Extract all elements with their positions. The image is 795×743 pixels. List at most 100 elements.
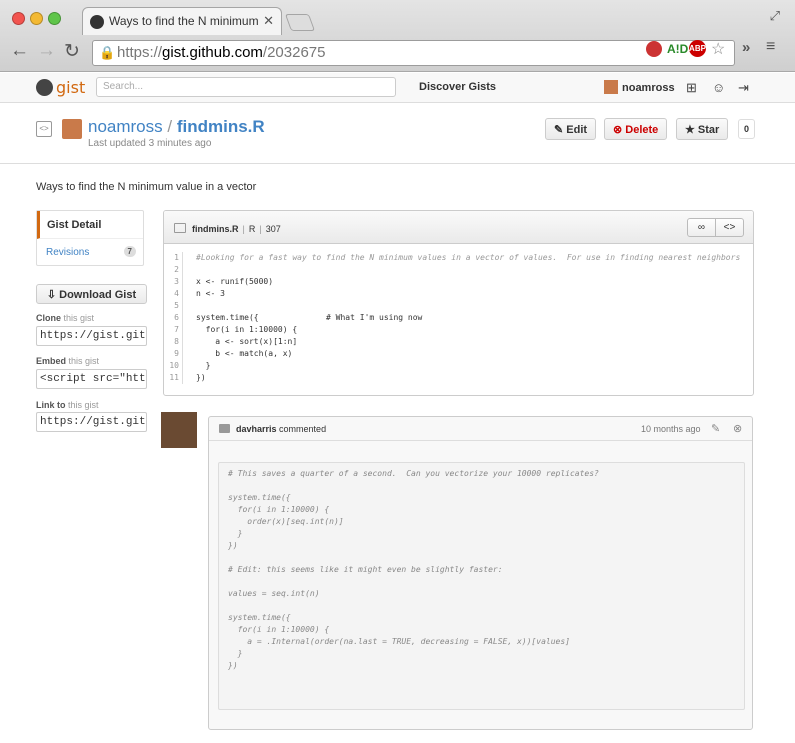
menu-icon[interactable]: ≡ [766, 38, 775, 56]
aid-extension-icon[interactable]: A!D [667, 42, 688, 56]
gist-file: findmins.R | R | 307 ∞ <> 1 #Looking for a fa… [163, 210, 754, 396]
code-line: a <- sort(x)[1:n] [196, 337, 298, 346]
code-line: for(i in 1:10000) { [196, 325, 298, 334]
adblock-icon[interactable]: ABP [689, 40, 706, 57]
browser-tab[interactable]: Ways to find the N minimum ✕ [82, 7, 282, 35]
comment-body: # This saves a quarter of a second. Can … [218, 462, 745, 710]
clone-label: Clone this gist [36, 313, 94, 323]
fullscreen-icon[interactable]: ⤢ [770, 8, 780, 24]
last-updated: Last updated 3 minutes ago [88, 138, 212, 149]
gist-logo[interactable]: gist [36, 78, 85, 98]
star-count: 0 [738, 119, 755, 139]
address-bar[interactable]: 🔒 https://gist.github.com/2032675 [92, 40, 735, 66]
user-link[interactable]: noamross [604, 80, 675, 94]
search-input[interactable]: Search... [96, 77, 396, 97]
gist-page-header: <> noamross / findmins.R Last updated 3 … [0, 104, 795, 164]
zoom-window-button[interactable] [48, 12, 61, 25]
line-number[interactable]: 1 [164, 252, 183, 264]
embed-label-text: Embed [36, 356, 67, 366]
comment-bubble-icon [219, 424, 230, 433]
browser-chrome: Ways to find the N minimum ✕ ⤢ ← → ↻ 🔒 h… [0, 0, 795, 72]
download-gist-button[interactable]: ⇩ Download Gist [36, 284, 147, 304]
line-number[interactable]: 9 [164, 348, 183, 360]
forward-icon[interactable]: → [37, 40, 56, 62]
separator: | [242, 224, 245, 234]
clone-label-text: Clone [36, 313, 62, 323]
comment-action: commented [279, 424, 327, 434]
view-raw-icon[interactable]: <> [715, 218, 744, 237]
avatar [604, 80, 618, 94]
link-url-field[interactable]: https://gist.gith [36, 412, 147, 432]
revisions-count: 7 [123, 246, 136, 257]
gist-filename-link[interactable]: findmins.R [177, 117, 265, 136]
permalink-icon[interactable]: ∞ [687, 218, 716, 237]
link-label-text: Link to [36, 400, 66, 410]
file-icon [174, 223, 186, 233]
star-bookmark-icon[interactable]: ☆ [711, 39, 725, 59]
comment-header: davharris commented 10 months ago ✎ ⊗ [209, 417, 752, 441]
comment-author[interactable]: davharris [236, 424, 277, 434]
gist-title: noamross / findmins.R [88, 117, 265, 137]
new-gist-icon[interactable]: ⊞ [686, 80, 697, 96]
delete-comment-icon[interactable]: ⊗ [733, 422, 742, 435]
line-number[interactable]: 5 [164, 300, 183, 312]
embed-code-field[interactable]: <script src="http [36, 369, 147, 389]
new-tab-button[interactable] [284, 14, 316, 31]
code-line: } [196, 361, 211, 370]
line-number[interactable]: 11 [164, 372, 183, 384]
github-header: gist Search... Discover Gists noamross ⊞… [0, 73, 795, 103]
octocat-nav-icon[interactable]: ☺ [712, 80, 725, 95]
close-window-button[interactable] [12, 12, 25, 25]
edit-label: Edit [566, 124, 588, 136]
minimize-window-button[interactable] [30, 12, 43, 25]
window-controls [12, 12, 66, 30]
code-line: x <- runif(5000) [196, 277, 274, 286]
line-number[interactable]: 3 [164, 276, 183, 288]
lock-icon: 🔒 [99, 45, 116, 60]
extension-icon[interactable] [646, 41, 662, 57]
file-name[interactable]: findmins.R [192, 224, 239, 234]
octocat-icon [36, 79, 53, 96]
url-path: /2032675 [262, 44, 326, 61]
star-button[interactable]: ★ Star [676, 118, 729, 140]
code-file-icon: <> [36, 121, 52, 137]
clone-url-field[interactable]: https://gist.gith [36, 326, 147, 346]
owner-avatar[interactable] [62, 119, 82, 139]
reload-icon[interactable]: ↻ [64, 40, 80, 63]
tab-title: Ways to find the N minimum [109, 14, 259, 28]
comment-time: 10 months ago [641, 424, 701, 434]
discover-gists-link[interactable]: Discover Gists [419, 81, 496, 93]
code-line: b <- match(a, x) [196, 349, 293, 358]
link-label: Link to this gist [36, 400, 99, 410]
sign-out-icon[interactable]: ⇥ [738, 80, 749, 96]
line-number[interactable]: 8 [164, 336, 183, 348]
commenter-avatar[interactable] [161, 412, 197, 448]
code-line: system.time({ # What I'm using now [196, 313, 423, 322]
clone-sub: this gist [63, 313, 95, 323]
back-icon[interactable]: ← [10, 40, 29, 62]
delete-button[interactable]: ⊗ Delete [604, 118, 668, 140]
file-language: R [248, 224, 256, 234]
line-number[interactable]: 7 [164, 324, 183, 336]
username: noamross [622, 82, 675, 94]
edit-button[interactable]: ✎ Edit [545, 118, 597, 140]
line-number[interactable]: 2 [164, 264, 183, 276]
comment: davharris commented 10 months ago ✎ ⊗ # … [208, 416, 753, 730]
line-number[interactable]: 4 [164, 288, 183, 300]
revisions-label: Revisions [46, 247, 90, 258]
url-host: gist.github.com [162, 44, 263, 61]
url-scheme: https:// [117, 44, 163, 61]
owner-link[interactable]: noamross [88, 117, 163, 136]
edit-comment-icon[interactable]: ✎ [711, 422, 720, 435]
sidebar-item-revisions[interactable]: Revisions 7 [37, 239, 143, 266]
file-size: 307 [265, 224, 281, 234]
close-tab-icon[interactable]: ✕ [263, 13, 274, 29]
link-sub: this gist [68, 400, 99, 410]
star-label: Star [697, 124, 720, 136]
line-number[interactable]: 6 [164, 312, 183, 324]
line-number[interactable]: 10 [164, 360, 183, 372]
gist-description: Ways to find the N minimum value in a ve… [36, 181, 257, 193]
overflow-chevron-icon[interactable]: » [742, 39, 750, 56]
sidebar-item-gist-detail[interactable]: Gist Detail [37, 211, 143, 239]
embed-label: Embed this gist [36, 356, 99, 366]
